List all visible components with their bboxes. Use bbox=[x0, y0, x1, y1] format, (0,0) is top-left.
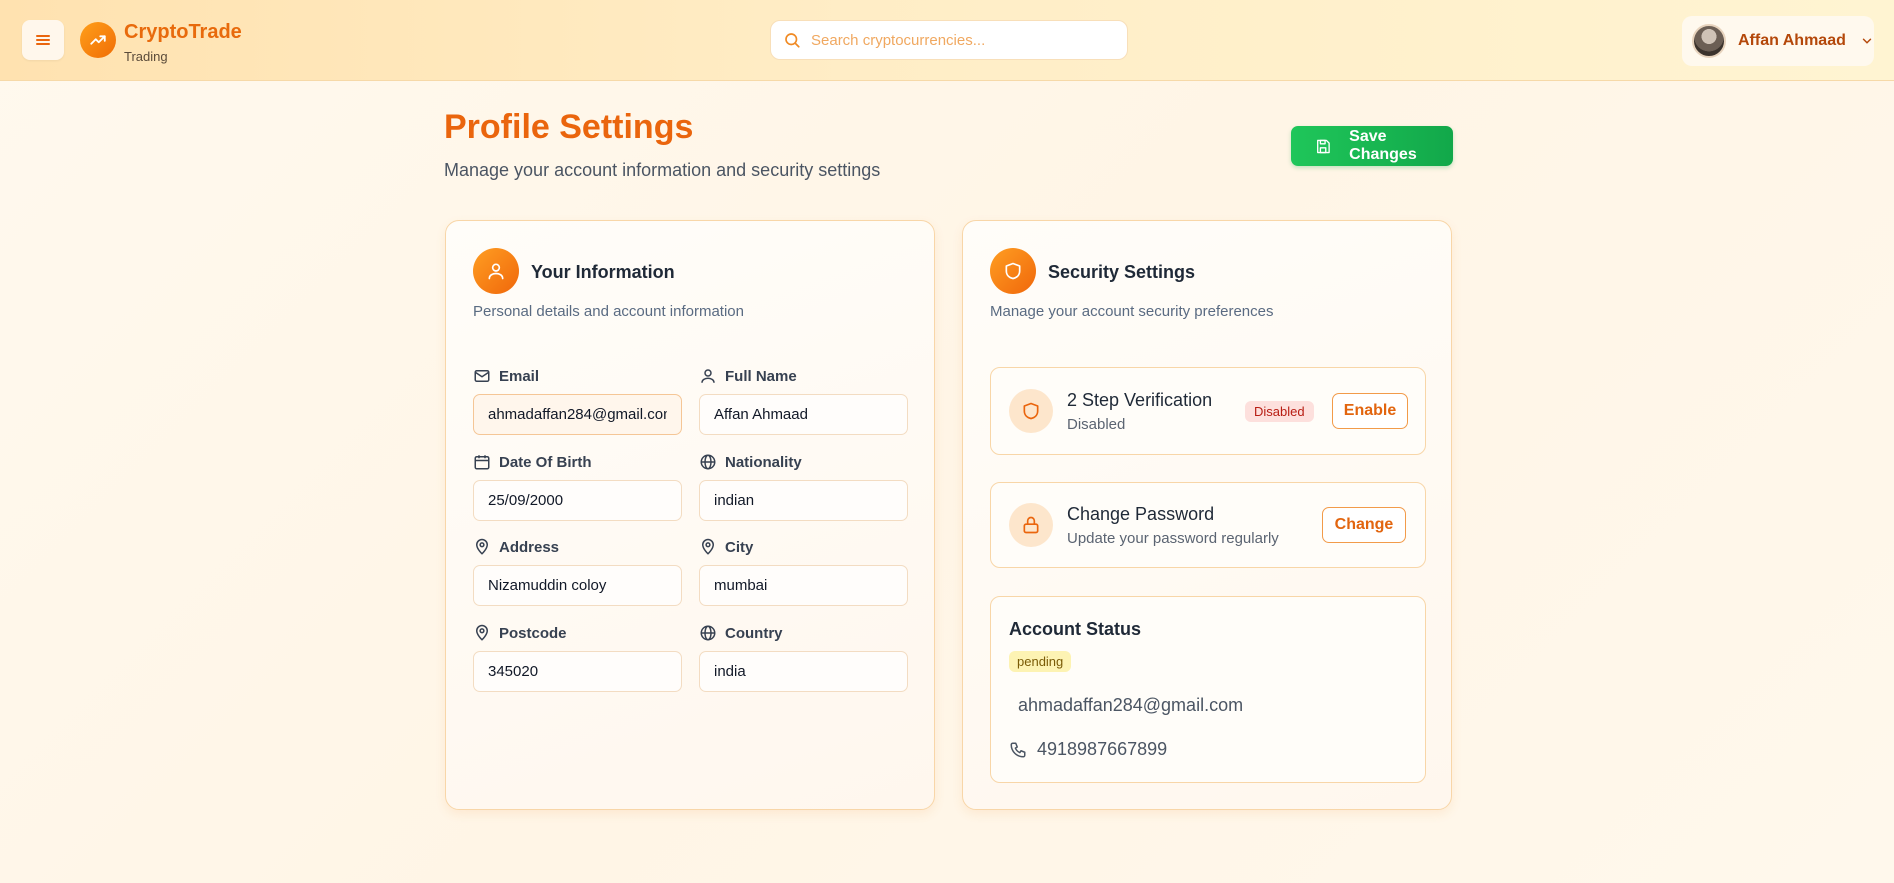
account-phone-number: 4918987667899 bbox=[1037, 739, 1168, 759]
email-label: Email bbox=[473, 367, 539, 385]
nationality-label-text: Nationality bbox=[725, 453, 802, 471]
full-name-label: Full Name bbox=[699, 367, 797, 385]
shield-icon-badge bbox=[990, 248, 1036, 294]
search-box[interactable] bbox=[770, 20, 1128, 60]
shield-icon bbox=[1023, 402, 1039, 420]
save-icon bbox=[1317, 139, 1330, 153]
user-icon-badge bbox=[473, 248, 519, 294]
address-label: Address bbox=[473, 538, 559, 556]
calendar-icon bbox=[474, 455, 490, 470]
map-pin-icon bbox=[475, 538, 489, 555]
enable-button[interactable]: Enable bbox=[1332, 393, 1408, 429]
account-status-panel: Account Status pending ahmadaffan284@gma… bbox=[990, 596, 1426, 783]
card-title: Security Settings bbox=[1048, 262, 1196, 282]
user-menu[interactable]: Affan Ahmaad bbox=[1682, 16, 1874, 66]
card-title: Your Information bbox=[531, 262, 675, 282]
phone-icon bbox=[1010, 742, 1026, 757]
address-label-text: Address bbox=[499, 538, 560, 556]
status-badge: pending bbox=[1009, 651, 1072, 672]
account-email: ahmadaffan284@gmail.com bbox=[1018, 695, 1244, 715]
country-label-text: Country bbox=[725, 624, 783, 642]
security-settings-card: Security Settings Manage your account se… bbox=[962, 220, 1452, 810]
trending-up-icon bbox=[90, 35, 106, 45]
email-label-text: Email bbox=[499, 367, 540, 385]
country-label: Country bbox=[699, 624, 783, 642]
full-name-label-text: Full Name bbox=[725, 367, 797, 385]
mail-icon bbox=[474, 370, 490, 382]
two-step-title: 2 Step Verification bbox=[1067, 390, 1213, 410]
two-step-verification-row: 2 Step Verification Disabled Disabled En… bbox=[990, 367, 1426, 455]
search-icon bbox=[785, 33, 800, 48]
logo[interactable] bbox=[80, 22, 116, 58]
map-pin-icon bbox=[701, 538, 715, 555]
dob-field[interactable] bbox=[473, 480, 682, 521]
address-field[interactable] bbox=[473, 565, 682, 606]
page-subtitle: Manage your account information and secu… bbox=[444, 160, 881, 180]
city-label: City bbox=[699, 538, 753, 556]
globe-icon bbox=[700, 625, 716, 641]
change-password-button[interactable]: Change bbox=[1322, 507, 1406, 543]
shield-icon bbox=[1005, 262, 1021, 280]
search-input[interactable] bbox=[811, 31, 1111, 49]
two-step-status: Disabled bbox=[1067, 416, 1126, 433]
your-information-card: Your Information Personal details and ac… bbox=[445, 220, 935, 810]
shield-icon-ring bbox=[1009, 389, 1053, 433]
change-password-row: Change Password Update your password reg… bbox=[990, 482, 1426, 568]
user-icon bbox=[701, 369, 715, 383]
card-description: Manage your account security preferences bbox=[990, 303, 1274, 320]
save-changes-button[interactable]: Save Changes bbox=[1291, 126, 1453, 166]
change-password-title: Change Password bbox=[1067, 504, 1215, 524]
postcode-label: Postcode bbox=[473, 624, 567, 642]
country-field[interactable] bbox=[699, 651, 908, 692]
status-badge: Disabled bbox=[1245, 401, 1314, 422]
chevron-down-icon bbox=[1862, 38, 1872, 44]
save-changes-label: Save Changes bbox=[1349, 128, 1417, 163]
change-password-subtitle: Update your password regularly bbox=[1067, 530, 1279, 547]
email-field[interactable] bbox=[473, 394, 682, 435]
lock-icon-ring bbox=[1009, 503, 1053, 547]
postcode-label-text: Postcode bbox=[499, 624, 567, 642]
globe-icon bbox=[700, 454, 716, 470]
top-header: CryptoTrade Trading Affan Ahmaad bbox=[0, 0, 1894, 81]
city-label-text: City bbox=[725, 538, 754, 556]
account-status-title: Account Status bbox=[1009, 619, 1142, 639]
avatar bbox=[1692, 24, 1726, 58]
map-pin-icon bbox=[475, 624, 489, 641]
dob-label-text: Date Of Birth bbox=[499, 453, 592, 471]
menu-icon bbox=[36, 35, 50, 45]
menu-button[interactable] bbox=[22, 20, 64, 60]
user-name: Affan Ahmaad bbox=[1738, 32, 1846, 49]
brand-name: CryptoTrade bbox=[124, 21, 242, 43]
lock-icon bbox=[1023, 516, 1039, 534]
nationality-label: Nationality bbox=[699, 453, 802, 471]
dob-label: Date Of Birth bbox=[473, 453, 592, 471]
user-icon bbox=[488, 263, 504, 280]
nationality-field[interactable] bbox=[699, 480, 908, 521]
page-title: Profile Settings bbox=[444, 108, 694, 146]
postcode-field[interactable] bbox=[473, 651, 682, 692]
account-phone: 4918987667899 bbox=[1009, 739, 1167, 760]
full-name-field[interactable] bbox=[699, 394, 908, 435]
city-field[interactable] bbox=[699, 565, 908, 606]
card-description: Personal details and account information bbox=[473, 303, 744, 320]
brand-subtitle: Trading bbox=[124, 49, 168, 64]
